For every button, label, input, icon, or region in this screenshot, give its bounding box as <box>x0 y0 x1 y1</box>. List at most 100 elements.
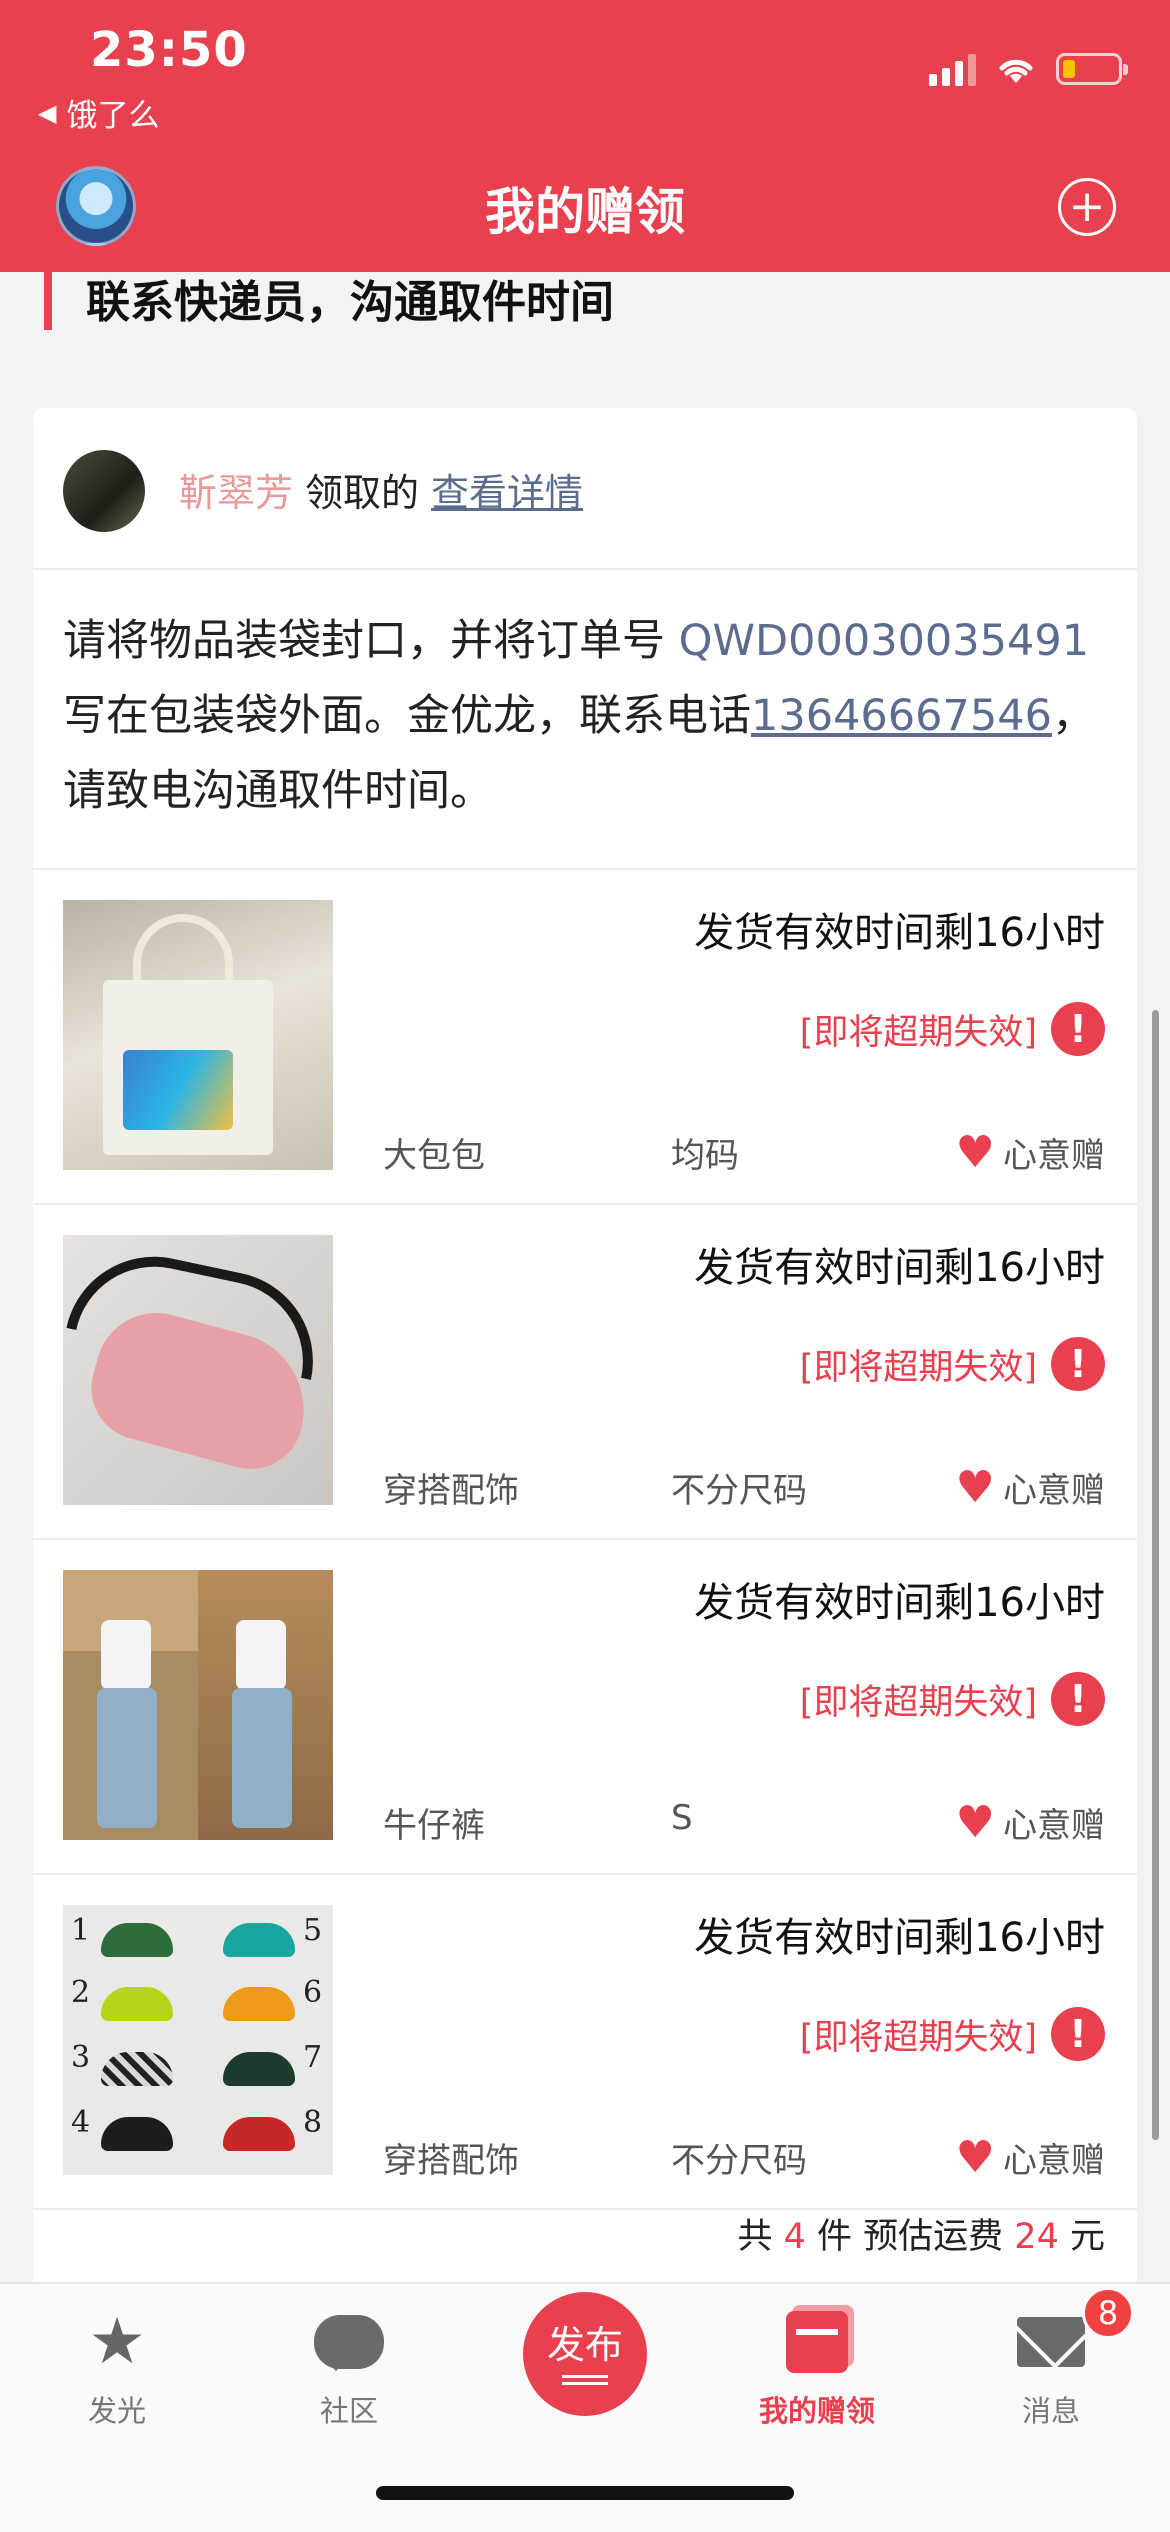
gift-tag: ♥ 心意赠 <box>956 1128 1105 1177</box>
app-header: 23:50 ◀ 饿了么 我的赠领 + <box>0 0 1170 272</box>
menu-lines-icon <box>562 2375 608 2385</box>
status-time: 23:50 <box>90 22 248 78</box>
item-image-eye-mask[interactable] <box>63 1235 333 1505</box>
validity-text: 发货有效时间剩16小时 <box>694 910 1105 956</box>
clip-number: 8 <box>303 2105 323 2140</box>
list-item[interactable]: 发货有效时间剩16小时 [即将超期失效] ! 牛仔裤 S ♥ 心意赠 <box>33 1540 1137 1875</box>
warning-text: [即将超期失效] <box>799 1682 1037 1723</box>
fee-unit: 元 <box>1069 2217 1105 2257</box>
shipping-fee: 24 <box>1014 2217 1059 2257</box>
giver-line: 靳翠芳 领取的 查看详情 <box>179 462 583 517</box>
giver-avatar[interactable] <box>63 450 145 532</box>
courier-phone-link[interactable]: 13646667546 <box>751 691 1052 741</box>
tab-label: 社区 <box>319 2394 378 2428</box>
list-item[interactable]: 1 2 3 4 5 6 7 8 发货有效时间剩16小时 [即将超期失效] ! 穿… <box>33 1875 1137 2210</box>
tab-shine[interactable]: ★ 发光 <box>42 2306 192 2430</box>
packing-instructions: 请将物品装袋封口，并将订单号 QWD00030035491 写在包装袋外面。金优… <box>33 570 1137 870</box>
item-size: 均码 <box>671 1136 739 1176</box>
battery-icon <box>1056 53 1128 85</box>
clip-number: 4 <box>71 2105 91 2140</box>
validity-text: 发货有效时间剩16小时 <box>694 1580 1105 1626</box>
tab-label: 消息 <box>1021 2394 1080 2428</box>
expiry-warning: [即将超期失效] ! <box>800 1337 1105 1391</box>
instructions-part1: 请将物品装袋封口，并将订单号 <box>63 616 679 666</box>
warning-text: [即将超期失效] <box>799 1012 1037 1053</box>
clip-number: 6 <box>303 1975 323 2010</box>
star-icon: ★ <box>88 2305 146 2379</box>
exclamation-icon: ! <box>1051 2007 1105 2061</box>
item-size: 不分尺码 <box>671 1471 807 1511</box>
exclamation-icon: ! <box>1051 1002 1105 1056</box>
gift-tag-label: 心意赠 <box>1003 1806 1105 1846</box>
gift-tag: ♥ 心意赠 <box>956 2133 1105 2182</box>
giver-verb: 领取的 <box>305 471 420 515</box>
item-category: 牛仔裤 <box>383 1806 485 1846</box>
gift-card: 靳翠芳 领取的 查看详情 请将物品装袋封口，并将订单号 QWD00030035491… <box>33 408 1137 2308</box>
validity-text: 发货有效时间剩16小时 <box>694 1245 1105 1291</box>
page-title: 我的赠领 <box>485 183 685 241</box>
item-size: 不分尺码 <box>671 2141 807 2181</box>
scrollbar[interactable] <box>1152 1010 1159 2140</box>
exclamation-icon: ! <box>1051 1337 1105 1391</box>
warning-text: [即将超期失效] <box>799 2017 1037 2058</box>
giver-name[interactable]: 靳翠芳 <box>179 471 293 515</box>
tab-community[interactable]: 社区 <box>274 2306 424 2430</box>
item-category: 穿搭配饰 <box>383 1471 519 1511</box>
tab-my-gifts[interactable]: 我的赠领 <box>742 2306 892 2430</box>
heart-icon: ♥ <box>955 2131 995 2183</box>
clip-number: 7 <box>303 2040 323 2075</box>
gift-tag-label: 心意赠 <box>1003 2141 1105 2181</box>
clip-number: 5 <box>303 1913 323 1948</box>
gift-tag: ♥ 心意赠 <box>956 1798 1105 1847</box>
item-image-hair-clips[interactable]: 1 2 3 4 5 6 7 8 <box>63 1905 333 2175</box>
clip-number: 1 <box>71 1913 91 1948</box>
clip-number: 3 <box>71 2040 91 2075</box>
gift-tag: ♥ 心意赠 <box>956 1463 1105 1512</box>
back-app-label: 饿了么 <box>66 98 160 134</box>
exclamation-icon: ! <box>1051 1672 1105 1726</box>
item-image-jeans[interactable] <box>63 1570 333 1840</box>
item-size: S <box>671 1798 693 1838</box>
warning-text: [即将超期失效] <box>799 1347 1037 1388</box>
clip-number: 2 <box>71 1975 91 2010</box>
list-item[interactable]: 发货有效时间剩16小时 [即将超期失效] ! 大包包 均码 ♥ 心意赠 <box>33 870 1137 1205</box>
chat-icon <box>314 2315 384 2371</box>
wifi-icon <box>999 59 1033 83</box>
heart-icon: ♥ <box>955 1126 995 1178</box>
plus-icon: + <box>1068 181 1106 232</box>
signal-icon <box>929 52 976 86</box>
heart-icon: ♥ <box>955 1796 995 1848</box>
back-triangle-icon: ◀ <box>38 98 57 127</box>
add-button[interactable]: + <box>1058 178 1116 236</box>
total-prefix: 共 <box>737 2217 773 2257</box>
total-mid: 件 预估运费 <box>817 2217 1004 2257</box>
card-header: 靳翠芳 领取的 查看详情 <box>33 408 1137 570</box>
mail-icon <box>1017 2317 1085 2367</box>
message-badge: 8 <box>1082 2287 1134 2339</box>
item-image-tote-bag[interactable] <box>63 900 333 1170</box>
gift-icon <box>786 2311 848 2373</box>
item-category: 穿搭配饰 <box>383 2141 519 2181</box>
back-to-app-link[interactable]: ◀ 饿了么 <box>38 90 159 135</box>
home-indicator[interactable] <box>376 2486 794 2500</box>
expiry-warning: [即将超期失效] ! <box>800 1002 1105 1056</box>
list-item[interactable]: 发货有效时间剩16小时 [即将超期失效] ! 穿搭配饰 不分尺码 ♥ 心意赠 <box>33 1205 1137 1540</box>
publish-label: 发布 <box>546 2323 623 2367</box>
order-number: QWD00030035491 <box>678 616 1090 666</box>
instructions-part2: 写在包装袋外面。金优龙，联系电话 <box>63 691 751 741</box>
total-count: 4 <box>783 2217 806 2257</box>
gift-tag-label: 心意赠 <box>1003 1136 1105 1176</box>
tab-label: 发光 <box>87 2394 146 2428</box>
expiry-warning: [即将超期失效] ! <box>800 2007 1105 2061</box>
validity-text: 发货有效时间剩16小时 <box>694 1915 1105 1961</box>
heart-icon: ♥ <box>955 1461 995 1513</box>
section-heading: 联系快递员，沟通取件时间 <box>86 277 614 328</box>
view-details-link[interactable]: 查看详情 <box>431 471 583 515</box>
expiry-warning: [即将超期失效] ! <box>800 1672 1105 1726</box>
publish-button[interactable]: 发布 <box>523 2292 647 2416</box>
order-total: 共 4 件 预估运费 24 元 <box>737 2208 1105 2259</box>
section-accent-bar <box>44 272 52 330</box>
status-icons <box>929 52 1128 86</box>
gift-tag-label: 心意赠 <box>1003 1471 1105 1511</box>
tab-label: 我的赠领 <box>758 2394 875 2428</box>
